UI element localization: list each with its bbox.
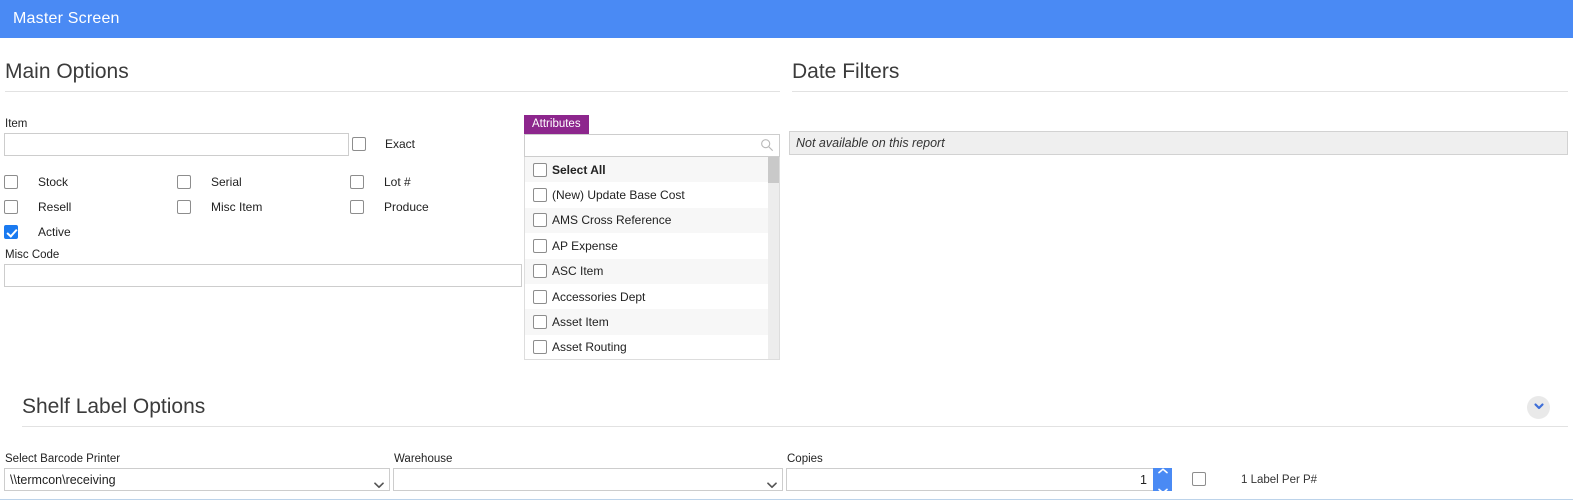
attributes-list[interactable]: Select All (New) Update Base Cost AMS Cr…: [524, 157, 780, 360]
lot-number-checkbox[interactable]: [350, 174, 364, 189]
copies-input[interactable]: [786, 468, 1153, 491]
list-item[interactable]: Asset Routing: [525, 334, 779, 359]
list-item[interactable]: (New) Update Base Cost: [525, 182, 779, 208]
list-item-label: AP Expense: [552, 238, 618, 253]
list-item-label: Asset Item: [552, 315, 609, 330]
chevron-up-icon[interactable]: [1157, 461, 1168, 479]
produce-label: Produce: [384, 199, 429, 214]
window-titlebar: Master Screen: [0, 0, 1573, 38]
exact-label: Exact: [385, 137, 416, 151]
one-label-per-pn-checkbox[interactable]: [1192, 472, 1206, 486]
list-item[interactable]: Accessories Dept: [525, 283, 779, 310]
item-input-wrapper: [4, 133, 349, 156]
attributes-search-wrapper: [524, 134, 780, 157]
copies-label: Copies: [787, 453, 823, 465]
misc-code-input[interactable]: [4, 264, 522, 287]
bottom-divider: [0, 499, 1573, 500]
window-title: Master Screen: [13, 10, 120, 27]
list-item[interactable]: ASC Item: [525, 258, 779, 284]
warehouse-label: Warehouse: [394, 453, 453, 465]
attributes-scrollbar-thumb[interactable]: [768, 157, 779, 183]
active-checkbox-cell[interactable]: Active: [4, 224, 177, 239]
list-item-label: Select All: [552, 162, 606, 177]
chevron-down-icon[interactable]: [1157, 481, 1168, 499]
item-input[interactable]: [4, 133, 349, 156]
stock-checkbox-cell[interactable]: Stock: [4, 174, 177, 189]
list-item-label: Asset Routing: [552, 340, 627, 355]
attributes-panel: Attributes Select All (New) Update Base …: [524, 114, 780, 360]
copies-spinner-buttons[interactable]: [1153, 467, 1172, 494]
item-type-checkbox-grid: Stock Serial Lot # Resell Misc Item Prod…: [4, 169, 524, 244]
main-options-heading: Main Options: [5, 60, 780, 92]
one-label-per-pn-label: 1 Label Per P#: [1241, 474, 1318, 486]
serial-label: Serial: [211, 174, 242, 189]
attributes-scrollbar[interactable]: [768, 157, 779, 359]
barcode-printer-label: Select Barcode Printer: [5, 453, 121, 465]
date-filters-note: Not available on this report: [789, 131, 1568, 155]
list-item-label: Accessories Dept: [552, 289, 646, 304]
checkbox-row-3: Active: [4, 219, 524, 244]
date-filters-heading: Date Filters: [792, 60, 1568, 92]
list-item-label: AMS Cross Reference: [552, 213, 672, 228]
list-item[interactable]: Asset Item: [525, 309, 779, 335]
attribute-checkbox[interactable]: [533, 162, 547, 177]
misc-item-checkbox[interactable]: [177, 199, 191, 214]
checkbox-row-2: Resell Misc Item Produce: [4, 194, 524, 219]
attribute-checkbox[interactable]: [533, 340, 547, 355]
list-item[interactable]: AP Expense: [525, 233, 779, 259]
warehouse-select-wrapper: [393, 468, 783, 491]
produce-checkbox-cell[interactable]: Produce: [350, 199, 523, 214]
misc-code-input-wrapper: [4, 264, 522, 287]
search-icon: [760, 138, 774, 152]
attribute-checkbox[interactable]: [533, 289, 547, 304]
attribute-checkbox[interactable]: [533, 213, 547, 228]
exact-checkbox-row: Exact: [352, 137, 415, 151]
barcode-printer-select-wrapper: \\termcon\receiving: [4, 468, 390, 491]
barcode-printer-select[interactable]: \\termcon\receiving: [4, 468, 390, 491]
misc-item-checkbox-cell[interactable]: Misc Item: [177, 199, 350, 214]
attributes-tab[interactable]: Attributes: [524, 115, 589, 134]
active-checkbox[interactable]: [4, 224, 18, 239]
list-item-label: (New) Update Base Cost: [552, 188, 685, 203]
misc-code-field-label: Misc Code: [5, 249, 60, 261]
serial-checkbox-cell[interactable]: Serial: [177, 174, 350, 189]
serial-checkbox[interactable]: [177, 174, 191, 189]
warehouse-select[interactable]: [393, 468, 783, 491]
resell-checkbox-cell[interactable]: Resell: [4, 199, 177, 214]
copies-stepper-wrapper: [786, 467, 1172, 494]
resell-label: Resell: [38, 199, 72, 214]
item-field-label: Item: [5, 118, 28, 130]
misc-item-label: Misc Item: [211, 199, 263, 214]
stock-label: Stock: [38, 174, 69, 189]
attribute-checkbox[interactable]: [533, 315, 547, 330]
list-item[interactable]: Select All: [525, 157, 779, 183]
active-label: Active: [38, 224, 71, 239]
attribute-checkbox[interactable]: [533, 264, 547, 279]
attribute-checkbox[interactable]: [533, 188, 547, 203]
lot-number-checkbox-cell[interactable]: Lot #: [350, 174, 523, 189]
produce-checkbox[interactable]: [350, 199, 364, 214]
exact-checkbox[interactable]: [352, 137, 366, 151]
checkbox-row-1: Stock Serial Lot #: [4, 169, 524, 194]
shelf-label-options-collapse-button[interactable]: [1527, 396, 1550, 419]
chevron-down-icon: [1533, 399, 1545, 417]
stock-checkbox[interactable]: [4, 174, 18, 189]
attributes-search-input[interactable]: [524, 134, 780, 157]
list-item[interactable]: AMS Cross Reference: [525, 207, 779, 234]
list-item-label: ASC Item: [552, 264, 604, 279]
resell-checkbox[interactable]: [4, 199, 18, 214]
shelf-label-options-heading: Shelf Label Options: [22, 395, 1568, 427]
quantity-stepper[interactable]: [786, 467, 1172, 494]
attribute-checkbox[interactable]: [533, 238, 547, 253]
lot-number-label: Lot #: [384, 174, 411, 189]
master-screen-window: Master Screen Main Options Date Filters …: [0, 0, 1573, 504]
